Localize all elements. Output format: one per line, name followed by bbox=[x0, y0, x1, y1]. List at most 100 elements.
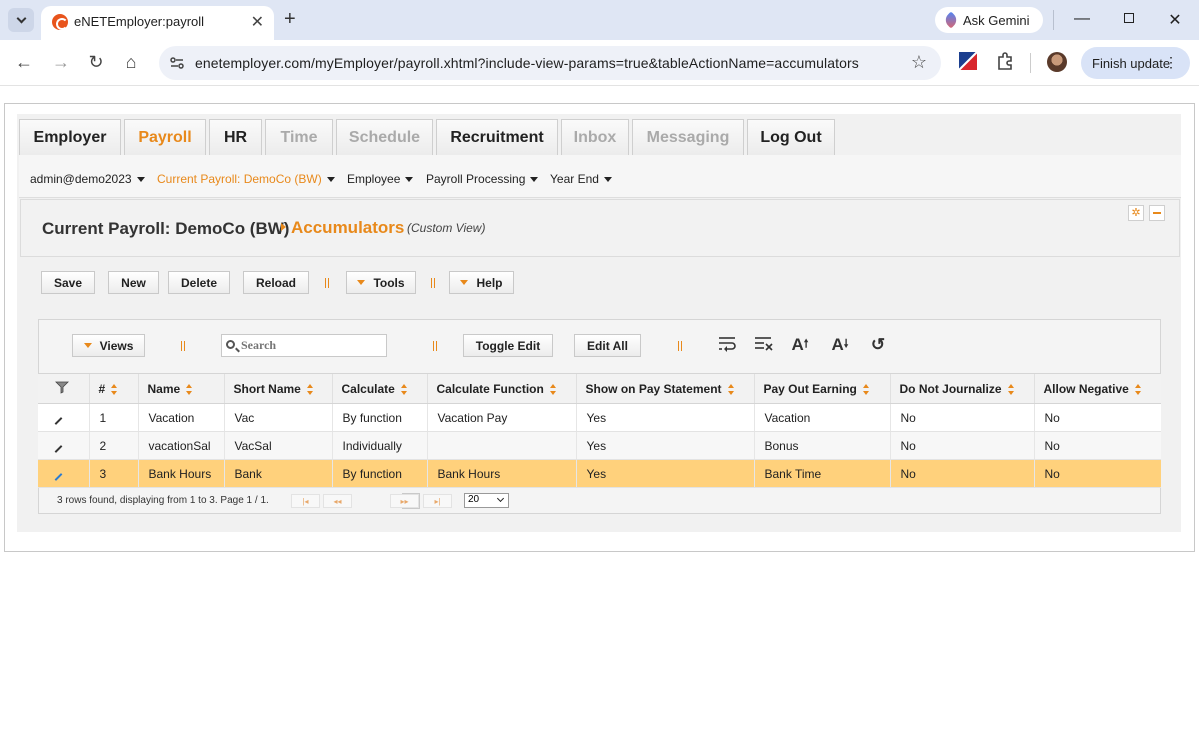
views-button[interactable]: Views bbox=[72, 334, 145, 357]
cell-short-name: Vac bbox=[223, 403, 332, 432]
search-field[interactable] bbox=[221, 334, 387, 357]
table-row-selected[interactable]: 3 Bank Hours Bank By function Bank Hours… bbox=[38, 459, 1161, 488]
current-payroll-menu[interactable]: Current Payroll: DemoCo (BW) bbox=[157, 172, 335, 186]
previous-page-icon[interactable]: ◂◂ bbox=[323, 494, 352, 508]
filter-column-header[interactable] bbox=[38, 373, 89, 404]
column-label: Calculate Function bbox=[436, 381, 544, 396]
tab-employer[interactable]: Employer bbox=[19, 119, 121, 155]
tab-search-button[interactable] bbox=[8, 8, 34, 32]
cell-show-on-pay-statement: Yes bbox=[575, 403, 754, 432]
year-end-menu[interactable]: Year End bbox=[550, 172, 612, 186]
search-input[interactable] bbox=[241, 338, 381, 353]
puzzle-extensions-icon[interactable] bbox=[995, 51, 1015, 71]
site-info-icon[interactable] bbox=[169, 55, 185, 71]
table-row[interactable]: 2 vacationSal VacSal Individually Yes Bo… bbox=[38, 431, 1161, 460]
chevron-down-icon bbox=[496, 494, 505, 503]
tab-inbox[interactable]: Inbox bbox=[561, 119, 629, 155]
browser-tab[interactable]: eNETEmployer:payroll ✕ bbox=[41, 6, 274, 40]
delete-label: Delete bbox=[180, 275, 218, 290]
address-bar[interactable]: enetemployer.com/myEmployer/payroll.xhtm… bbox=[159, 46, 941, 80]
pencil-edit-icon[interactable] bbox=[54, 416, 63, 425]
extension-icon[interactable] bbox=[958, 51, 978, 71]
delete-button[interactable]: Delete bbox=[168, 271, 230, 294]
table-header-row: # Name Short Name Calculate Calculate Fu… bbox=[38, 373, 1161, 404]
new-button[interactable]: New bbox=[108, 271, 159, 294]
close-tab-icon[interactable]: ✕ bbox=[251, 12, 264, 32]
pagination-bar: 3 rows found, displaying from 1 to 3. Pa… bbox=[39, 488, 1160, 513]
profile-avatar[interactable] bbox=[1047, 52, 1067, 72]
finish-update-button[interactable]: Finish update ⋮ bbox=[1081, 47, 1190, 79]
sort-icon bbox=[1134, 383, 1142, 395]
tools-button[interactable]: Tools bbox=[346, 271, 416, 294]
payroll-processing-menu[interactable]: Payroll Processing bbox=[426, 172, 539, 186]
wrap-text-icon[interactable] bbox=[715, 335, 739, 353]
tab-hr[interactable]: HR bbox=[209, 119, 262, 155]
column-header-calculate[interactable]: Calculate bbox=[331, 373, 427, 404]
pencil-edit-icon[interactable] bbox=[54, 444, 63, 453]
cell-calculate-function: Vacation Pay bbox=[426, 403, 576, 432]
column-header-short-name[interactable]: Short Name bbox=[223, 373, 332, 404]
cell-num: 3 bbox=[88, 459, 138, 488]
edit-row-cell[interactable] bbox=[38, 403, 89, 432]
ask-gemini-button[interactable]: Ask Gemini bbox=[935, 7, 1043, 33]
user-menu[interactable]: admin@demo2023 bbox=[30, 172, 145, 186]
close-window-icon[interactable]: ✕ bbox=[1165, 10, 1185, 30]
edit-row-cell[interactable] bbox=[38, 431, 89, 460]
ask-gemini-label: Ask Gemini bbox=[963, 12, 1030, 28]
table-row[interactable]: 1 Vacation Vac By function Vacation Pay … bbox=[38, 403, 1161, 432]
back-icon[interactable]: ← bbox=[13, 52, 35, 73]
decrease-font-icon[interactable]: A🠗 bbox=[828, 335, 852, 355]
tab-time[interactable]: Time bbox=[265, 119, 333, 155]
cell-calculate: By function bbox=[331, 403, 427, 432]
year-end-label: Year End bbox=[550, 172, 599, 186]
minimize-icon[interactable]: — bbox=[1072, 10, 1092, 28]
minimize-panel-icon[interactable] bbox=[1149, 205, 1165, 221]
chevron-down-icon bbox=[16, 13, 26, 24]
tab-messaging[interactable]: Messaging bbox=[632, 119, 744, 155]
more-menu-icon[interactable]: ⋮ bbox=[1164, 54, 1178, 71]
edit-all-button[interactable]: Edit All bbox=[574, 334, 641, 357]
bookmark-star-icon[interactable]: ☆ bbox=[911, 52, 927, 73]
toggle-edit-button[interactable]: Toggle Edit bbox=[463, 334, 553, 357]
reload-button[interactable]: Reload bbox=[243, 271, 309, 294]
increase-font-icon[interactable]: A🠕 bbox=[788, 335, 812, 355]
column-header-show-on-pay-statement[interactable]: Show on Pay Statement bbox=[575, 373, 754, 404]
help-button[interactable]: Help bbox=[449, 271, 514, 294]
last-page-icon[interactable]: ▸| bbox=[423, 494, 452, 508]
caret-down-icon bbox=[405, 177, 414, 183]
finish-update-label: Finish update bbox=[1092, 55, 1171, 71]
column-header-name[interactable]: Name bbox=[137, 373, 224, 404]
forward-icon[interactable]: → bbox=[50, 52, 72, 73]
settings-gear-icon[interactable]: ✲ bbox=[1128, 205, 1144, 221]
funnel-filter-icon[interactable] bbox=[55, 380, 69, 394]
tab-schedule[interactable]: Schedule bbox=[336, 119, 433, 155]
reload-icon[interactable]: ↻ bbox=[85, 52, 107, 73]
new-tab-icon[interactable]: + bbox=[284, 8, 296, 31]
pencil-edit-icon[interactable] bbox=[54, 472, 63, 481]
browser-tabstrip: eNETEmployer:payroll ✕ + Ask Gemini — ✕ bbox=[0, 0, 1199, 40]
maximize-icon[interactable] bbox=[1119, 10, 1139, 28]
row-count-summary: 3 rows found, displaying from 1 to 3. Pa… bbox=[57, 495, 269, 506]
column-header-calculate-function[interactable]: Calculate Function bbox=[426, 373, 576, 404]
caret-down-icon bbox=[83, 343, 92, 348]
column-header-num[interactable]: # bbox=[88, 373, 138, 404]
sort-icon bbox=[186, 383, 193, 395]
clear-filters-icon[interactable] bbox=[751, 335, 775, 353]
views-label: Views bbox=[99, 338, 134, 353]
tab-log-out[interactable]: Log Out bbox=[747, 119, 835, 155]
edit-row-cell[interactable] bbox=[38, 459, 89, 488]
column-header-pay-out-earning[interactable]: Pay Out Earning bbox=[753, 373, 890, 404]
first-page-icon[interactable]: |◂ bbox=[291, 494, 320, 508]
reset-icon[interactable]: ↺ bbox=[866, 335, 890, 355]
column-header-do-not-journalize[interactable]: Do Not Journalize bbox=[889, 373, 1034, 404]
sort-icon bbox=[1007, 383, 1015, 395]
home-icon[interactable]: ⌂ bbox=[120, 52, 142, 73]
tab-payroll[interactable]: Payroll bbox=[124, 119, 206, 155]
column-header-allow-negative[interactable]: Allow Negative bbox=[1033, 373, 1161, 404]
save-button[interactable]: Save bbox=[41, 271, 95, 294]
next-page-icon[interactable]: ▸▸ bbox=[390, 494, 419, 508]
cell-show-on-pay-statement: Yes bbox=[575, 431, 754, 460]
page-size-select[interactable]: 20 bbox=[464, 493, 509, 508]
employee-menu[interactable]: Employee bbox=[347, 172, 414, 186]
tab-recruitment[interactable]: Recruitment bbox=[436, 119, 558, 155]
